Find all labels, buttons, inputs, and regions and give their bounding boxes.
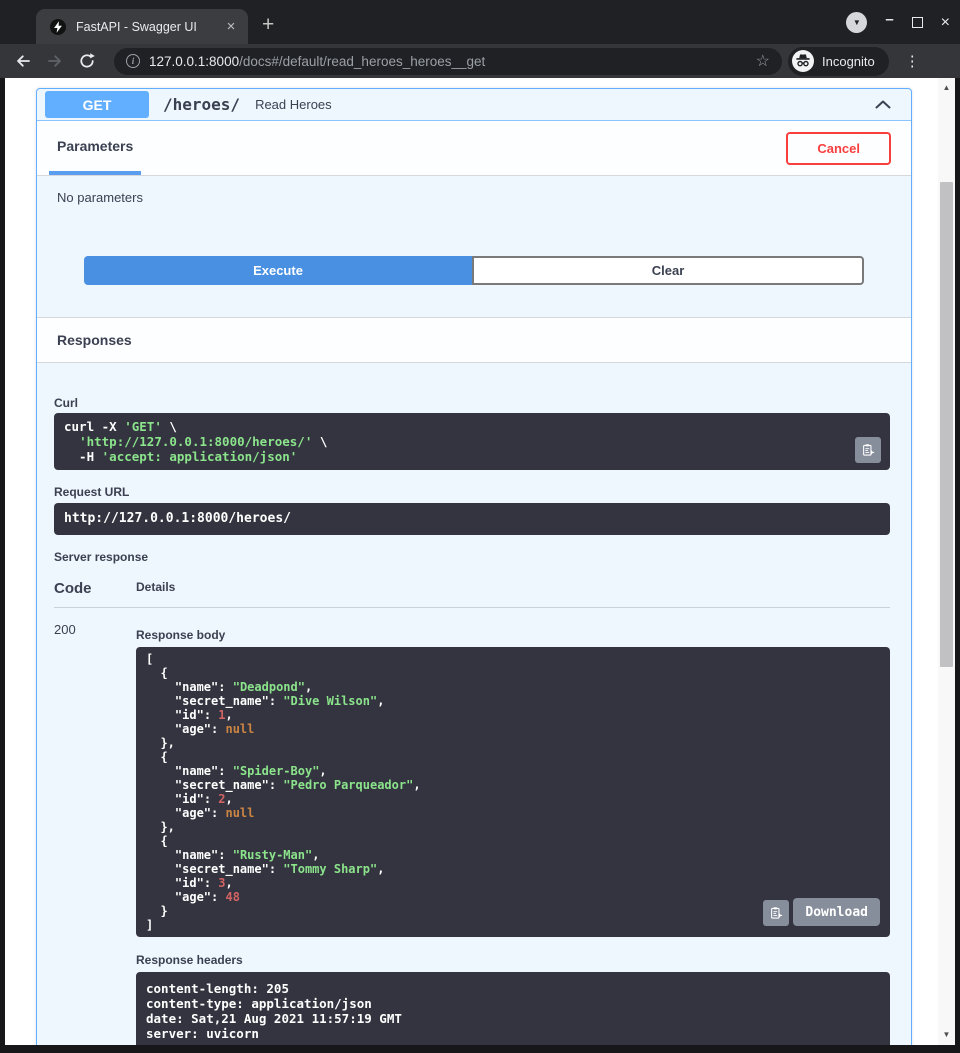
execute-button[interactable]: Execute xyxy=(84,256,472,285)
responses-header: Responses xyxy=(37,317,911,363)
browser-toolbar: i 127.0.0.1:8000/docs#/default/read_hero… xyxy=(0,44,960,78)
tab-parameters[interactable]: Parameters xyxy=(49,121,141,175)
tab-strip: FastAPI - Swagger UI × + ▼ – × xyxy=(0,0,960,44)
swagger-page: GET /heroes/ Read Heroes Parameters Canc… xyxy=(5,78,955,1045)
back-icon[interactable] xyxy=(10,48,36,74)
response-body-json: [ { "name": "Deadpond", "secret_name": "… xyxy=(146,652,880,932)
execute-row: Execute Clear xyxy=(84,256,864,317)
copy-response-icon[interactable] xyxy=(763,900,789,926)
response-row-200: 200 Response body [ { "name": "Deadpond"… xyxy=(54,620,890,1045)
url-host: 127.0.0.1:8000 xyxy=(149,54,239,69)
operation-summary[interactable]: GET /heroes/ Read Heroes xyxy=(37,89,911,121)
incognito-badge: Incognito xyxy=(788,47,889,76)
response-body-label: Response body xyxy=(136,628,890,642)
page-info-icon[interactable]: i xyxy=(126,54,140,68)
scroll-down-icon[interactable]: ▼ xyxy=(938,1027,955,1041)
method-badge: GET xyxy=(45,91,149,118)
fastapi-favicon-icon xyxy=(50,19,66,35)
menu-kebab-icon[interactable]: ⋮ xyxy=(899,52,926,70)
forward-icon[interactable] xyxy=(42,48,68,74)
details-column-header: Details xyxy=(136,580,175,597)
copy-curl-icon[interactable] xyxy=(855,437,881,463)
parameters-header: Parameters Cancel xyxy=(37,121,911,176)
response-table-header: Code Details xyxy=(54,580,890,608)
responses-body: Curl curl -X 'GET' \ 'http://127.0.0.1:8… xyxy=(37,363,911,1045)
curl-command-block: curl -X 'GET' \ 'http://127.0.0.1:8000/h… xyxy=(54,413,890,470)
response-details: Response body [ { "name": "Deadpond", "s… xyxy=(136,620,890,1045)
server-response-label: Server response xyxy=(54,550,890,564)
minimize-button[interactable]: – xyxy=(885,11,893,28)
tab-search-icon[interactable]: ▼ xyxy=(846,12,867,33)
collapse-chevron-icon[interactable] xyxy=(875,96,891,114)
reload-icon[interactable] xyxy=(74,48,100,74)
code-column-header: Code xyxy=(54,580,136,597)
endpoint-path: /heroes/ xyxy=(163,95,240,114)
response-headers-text: content-length: 205 content-type: applic… xyxy=(146,981,880,1041)
request-url-block: http://127.0.0.1:8000/heroes/ xyxy=(54,503,890,535)
url-path: /docs#/default/read_heroes_heroes__get xyxy=(239,54,485,69)
new-tab-icon[interactable]: + xyxy=(262,14,274,35)
response-headers-block: content-length: 205 content-type: applic… xyxy=(136,972,890,1045)
response-headers-label: Response headers xyxy=(136,953,890,967)
cancel-button[interactable]: Cancel xyxy=(786,132,891,165)
status-code: 200 xyxy=(54,620,136,1045)
page-scrollbar[interactable]: ▲ ▼ xyxy=(938,78,955,1045)
no-parameters-message: No parameters xyxy=(57,190,891,205)
request-url-value: http://127.0.0.1:8000/heroes/ xyxy=(64,511,880,527)
url-text[interactable]: 127.0.0.1:8000/docs#/default/read_heroes… xyxy=(149,54,748,69)
endpoint-summary: Read Heroes xyxy=(255,97,875,112)
url-bar[interactable]: i 127.0.0.1:8000/docs#/default/read_hero… xyxy=(114,48,782,75)
clear-button[interactable]: Clear xyxy=(472,256,864,285)
scroll-up-icon[interactable]: ▲ xyxy=(938,80,955,94)
response-body-block: [ { "name": "Deadpond", "secret_name": "… xyxy=(136,647,890,937)
scrollbar-thumb[interactable] xyxy=(940,182,953,667)
incognito-label: Incognito xyxy=(822,54,875,69)
parameters-body: No parameters Execute Clear xyxy=(37,176,911,317)
close-window-button[interactable]: × xyxy=(941,14,950,32)
curl-label: Curl xyxy=(54,396,890,410)
curl-command: curl -X 'GET' \ 'http://127.0.0.1:8000/h… xyxy=(64,419,880,464)
bookmark-star-icon[interactable]: ☆ xyxy=(756,51,770,71)
operation-block-get-heroes: GET /heroes/ Read Heroes Parameters Canc… xyxy=(36,88,912,1045)
request-url-label: Request URL xyxy=(54,485,890,499)
maximize-button[interactable] xyxy=(912,17,923,28)
browser-window: FastAPI - Swagger UI × + ▼ – × i 127.0.0… xyxy=(0,0,960,1053)
tab-close-icon[interactable]: × xyxy=(222,18,240,35)
tab-title: FastAPI - Swagger UI xyxy=(76,20,222,34)
browser-tab[interactable]: FastAPI - Swagger UI × xyxy=(36,9,248,44)
responses-title: Responses xyxy=(57,332,132,348)
download-button[interactable]: Download xyxy=(793,898,880,926)
incognito-spy-icon xyxy=(792,50,814,72)
